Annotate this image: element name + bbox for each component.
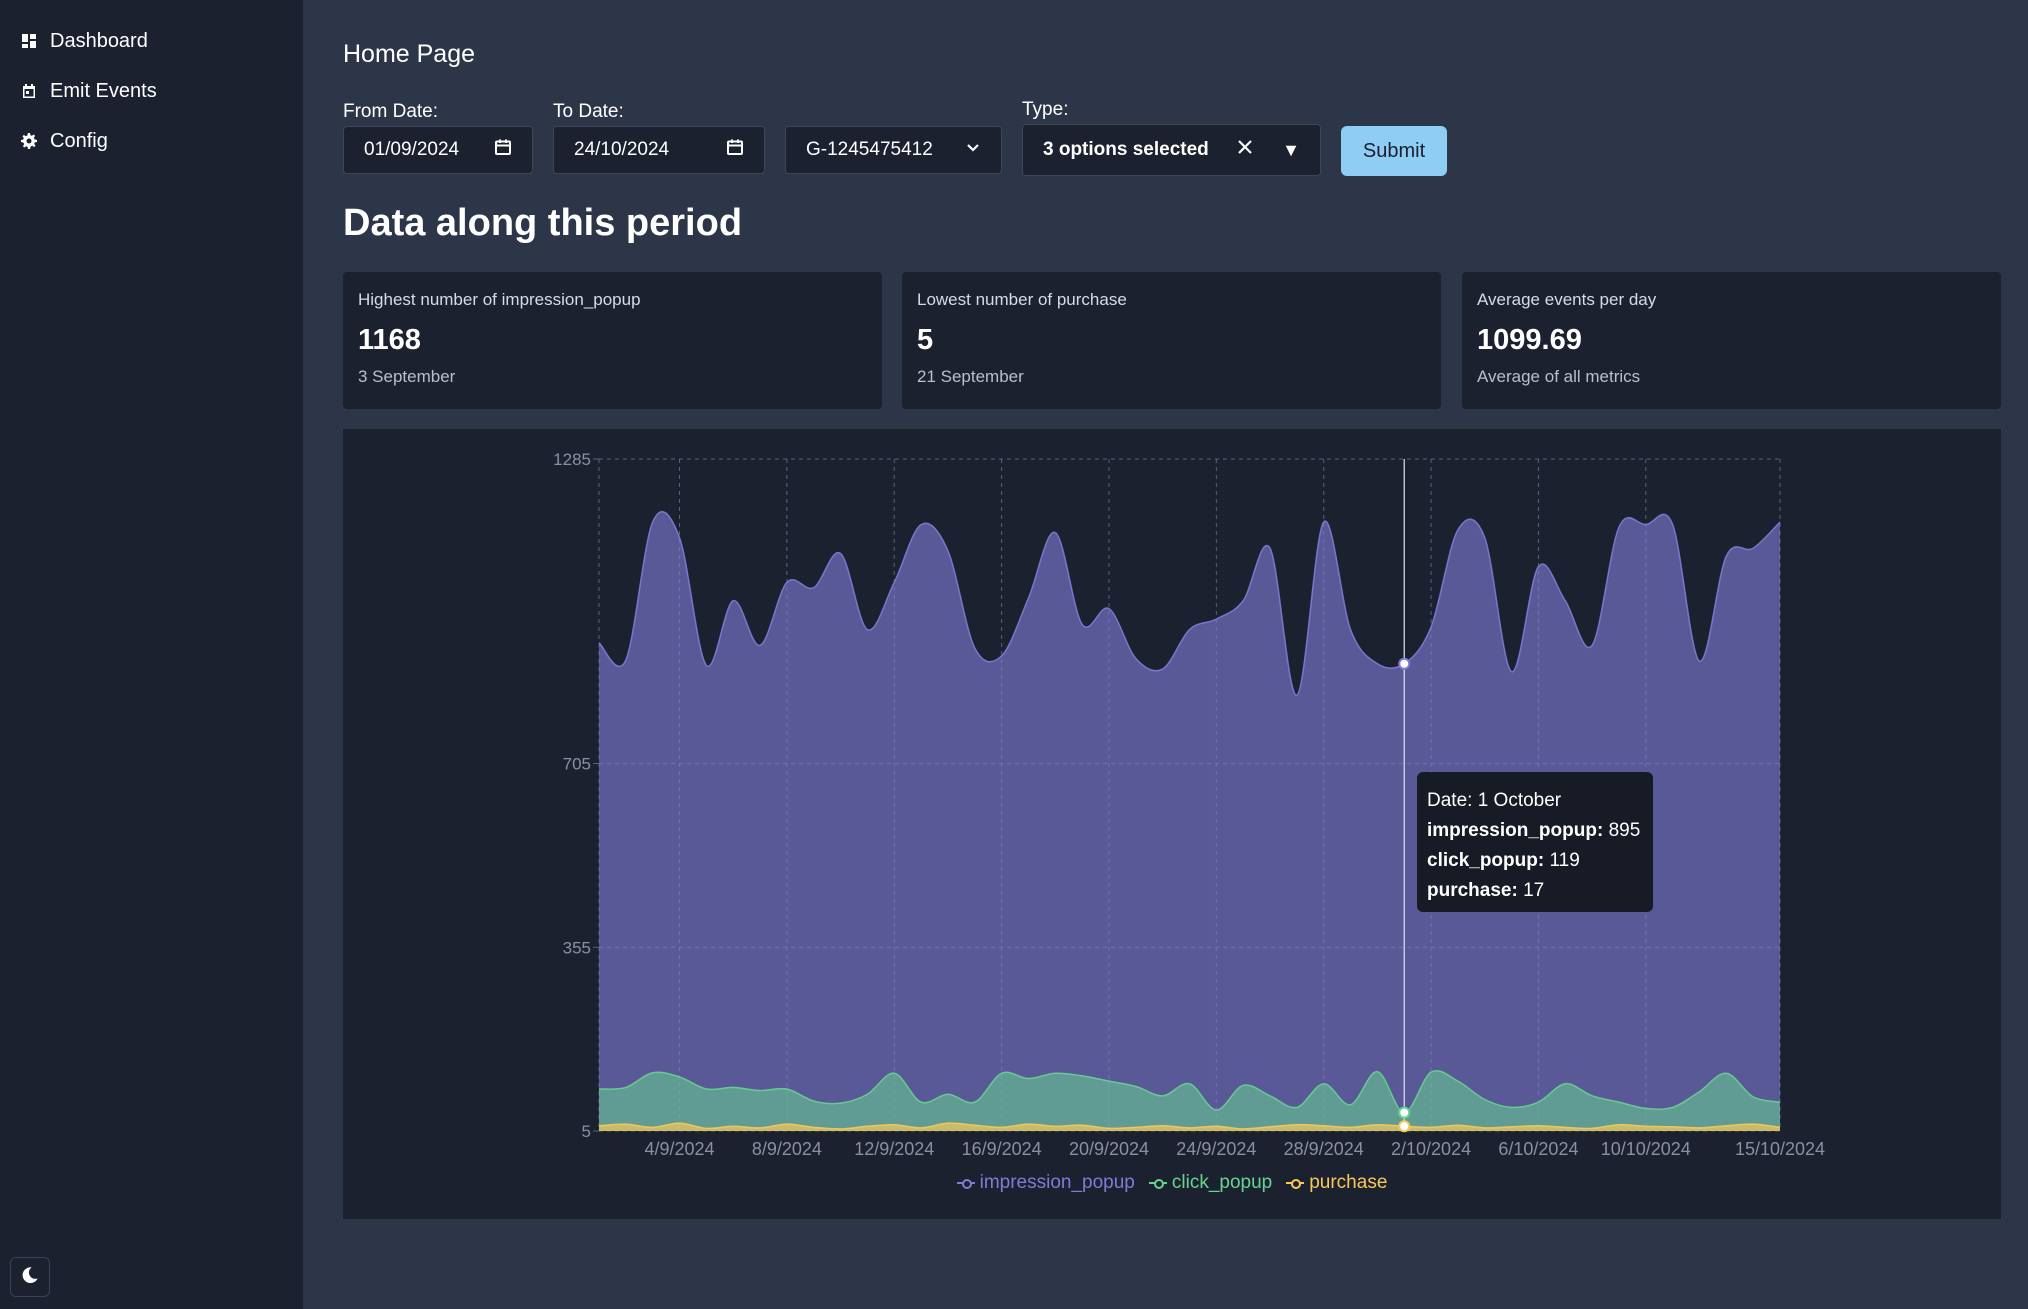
legend-item-impression-popup[interactable]: impression_popup — [956, 1172, 1135, 1194]
from-date-label: From Date: — [343, 101, 439, 122]
gear-icon — [20, 132, 38, 150]
stat-card-average-events: Average events per day 1099.69 Average o… — [1462, 272, 2001, 409]
y-tick-label: 1285 — [553, 450, 591, 469]
legend-marker — [1286, 1178, 1305, 1189]
hover-point — [1398, 657, 1411, 670]
y-tick-label: 355 — [563, 938, 591, 957]
calendar-icon[interactable] — [726, 138, 744, 162]
legend-item-purchase[interactable]: purchase — [1286, 1172, 1387, 1194]
dropdown-triangle-icon[interactable]: ▼ — [1282, 140, 1300, 161]
close-icon[interactable] — [1236, 138, 1254, 162]
hover-point — [1398, 1120, 1411, 1133]
to-date-input[interactable]: 24/10/2024 — [553, 126, 765, 174]
stat-help-text: Average of all metrics — [1477, 367, 1641, 386]
legend-label: click_popup — [1171, 1172, 1273, 1193]
property-select[interactable]: G-1245475412 — [785, 126, 1002, 174]
x-tick-label: 10/10/2024 — [1601, 1139, 1691, 1159]
stat-label: Average events per day — [1477, 290, 1657, 309]
y-tick-label: 705 — [563, 755, 591, 774]
tooltip-value: 895 — [1603, 820, 1641, 841]
x-tick-label: 28/9/2024 — [1284, 1139, 1364, 1159]
moon-icon — [21, 1266, 39, 1289]
submit-button[interactable]: Submit — [1341, 126, 1447, 176]
type-select-value: 3 options selected — [1043, 139, 1209, 160]
x-tick-label: 15/10/2024 — [1735, 1139, 1825, 1159]
tooltip-value: 17 — [1517, 880, 1545, 901]
legend-label: impression_popup — [979, 1172, 1135, 1193]
x-tick-label: 12/9/2024 — [854, 1139, 934, 1159]
to-date-label: To Date: — [553, 101, 624, 122]
legend-label: purchase — [1309, 1172, 1388, 1193]
x-tick-label: 8/9/2024 — [752, 1139, 822, 1159]
stat-value: 5 — [917, 324, 934, 356]
legend-marker — [956, 1178, 975, 1189]
tooltip-date: Date: 1 October — [1427, 790, 1562, 811]
sidebar-item-emit-events[interactable]: Emit Events — [20, 71, 157, 111]
tooltip-key: click_popup: — [1427, 850, 1545, 871]
x-tick-label: 24/9/2024 — [1176, 1139, 1256, 1159]
x-tick-label: 20/9/2024 — [1069, 1139, 1149, 1159]
x-tick-label: 4/9/2024 — [644, 1139, 714, 1159]
tooltip-row-click: click_popup: 119 — [1427, 846, 1643, 876]
section-title: Data along this period — [343, 202, 743, 244]
from-date-value: 01/09/2024 — [364, 139, 460, 160]
legend-item-click-popup[interactable]: click_popup — [1148, 1172, 1273, 1194]
theme-toggle-button[interactable] — [10, 1257, 50, 1297]
stat-label: Highest number of impression_popup — [358, 290, 641, 309]
property-select-value: G-1245475412 — [806, 139, 933, 160]
tooltip-key: purchase: — [1427, 880, 1518, 901]
calendar-icon — [20, 82, 38, 100]
type-label: Type: — [1022, 99, 1069, 120]
stat-value: 1168 — [358, 324, 421, 356]
sidebar-item-label: Config — [50, 129, 108, 152]
tooltip-row-purchase: purchase: 17 — [1427, 876, 1643, 906]
sidebar-item-label: Emit Events — [50, 79, 157, 102]
sidebar-item-label: Dashboard — [50, 29, 148, 52]
sidebar-item-config[interactable]: Config — [20, 121, 108, 161]
tooltip-row-impression: impression_popup: 895 — [1427, 816, 1643, 846]
type-multiselect[interactable]: 3 options selected ▼ — [1022, 124, 1321, 176]
y-tick-label: 5 — [582, 1122, 591, 1141]
stat-help-text: 21 September — [917, 367, 1024, 386]
stat-card-highest-impression: Highest number of impression_popup 1168 … — [343, 272, 882, 409]
chart-tooltip: Date: 1 October impression_popup: 895 cl… — [1417, 772, 1653, 912]
sidebar: Dashboard Emit Events Config — [0, 0, 303, 1309]
stat-card-lowest-purchase: Lowest number of purchase 5 21 September — [902, 272, 1441, 409]
dashboard-icon — [20, 32, 38, 50]
x-tick-label: 6/10/2024 — [1498, 1139, 1578, 1159]
x-tick-label: 2/10/2024 — [1391, 1139, 1471, 1159]
legend-marker — [1148, 1178, 1167, 1189]
calendar-icon[interactable] — [494, 138, 512, 162]
area-chart[interactable]: 1285 705 355 5 4/9/2024 8/9/2024 12/9/2024 16/9… — [343, 429, 2001, 1219]
from-date-input[interactable]: 01/09/2024 — [343, 126, 533, 174]
stat-label: Lowest number of purchase — [917, 290, 1127, 309]
chart-legend: impression_popup click_popup purchase — [343, 1172, 2001, 1194]
page-title: Home Page — [343, 40, 476, 68]
tooltip-key: impression_popup: — [1427, 820, 1604, 841]
hover-point — [1398, 1106, 1411, 1119]
to-date-value: 24/10/2024 — [574, 139, 670, 160]
x-tick-label: 16/9/2024 — [962, 1139, 1042, 1159]
stat-value: 1099.69 — [1477, 324, 1582, 356]
sidebar-item-dashboard[interactable]: Dashboard — [20, 21, 148, 61]
chevron-down-icon — [965, 139, 981, 161]
tooltip-value: 119 — [1544, 850, 1580, 871]
stat-help-text: 3 September — [358, 367, 456, 386]
chart-panel: 1285 705 355 5 4/9/2024 8/9/2024 12/9/2024 16/9… — [343, 429, 2001, 1219]
